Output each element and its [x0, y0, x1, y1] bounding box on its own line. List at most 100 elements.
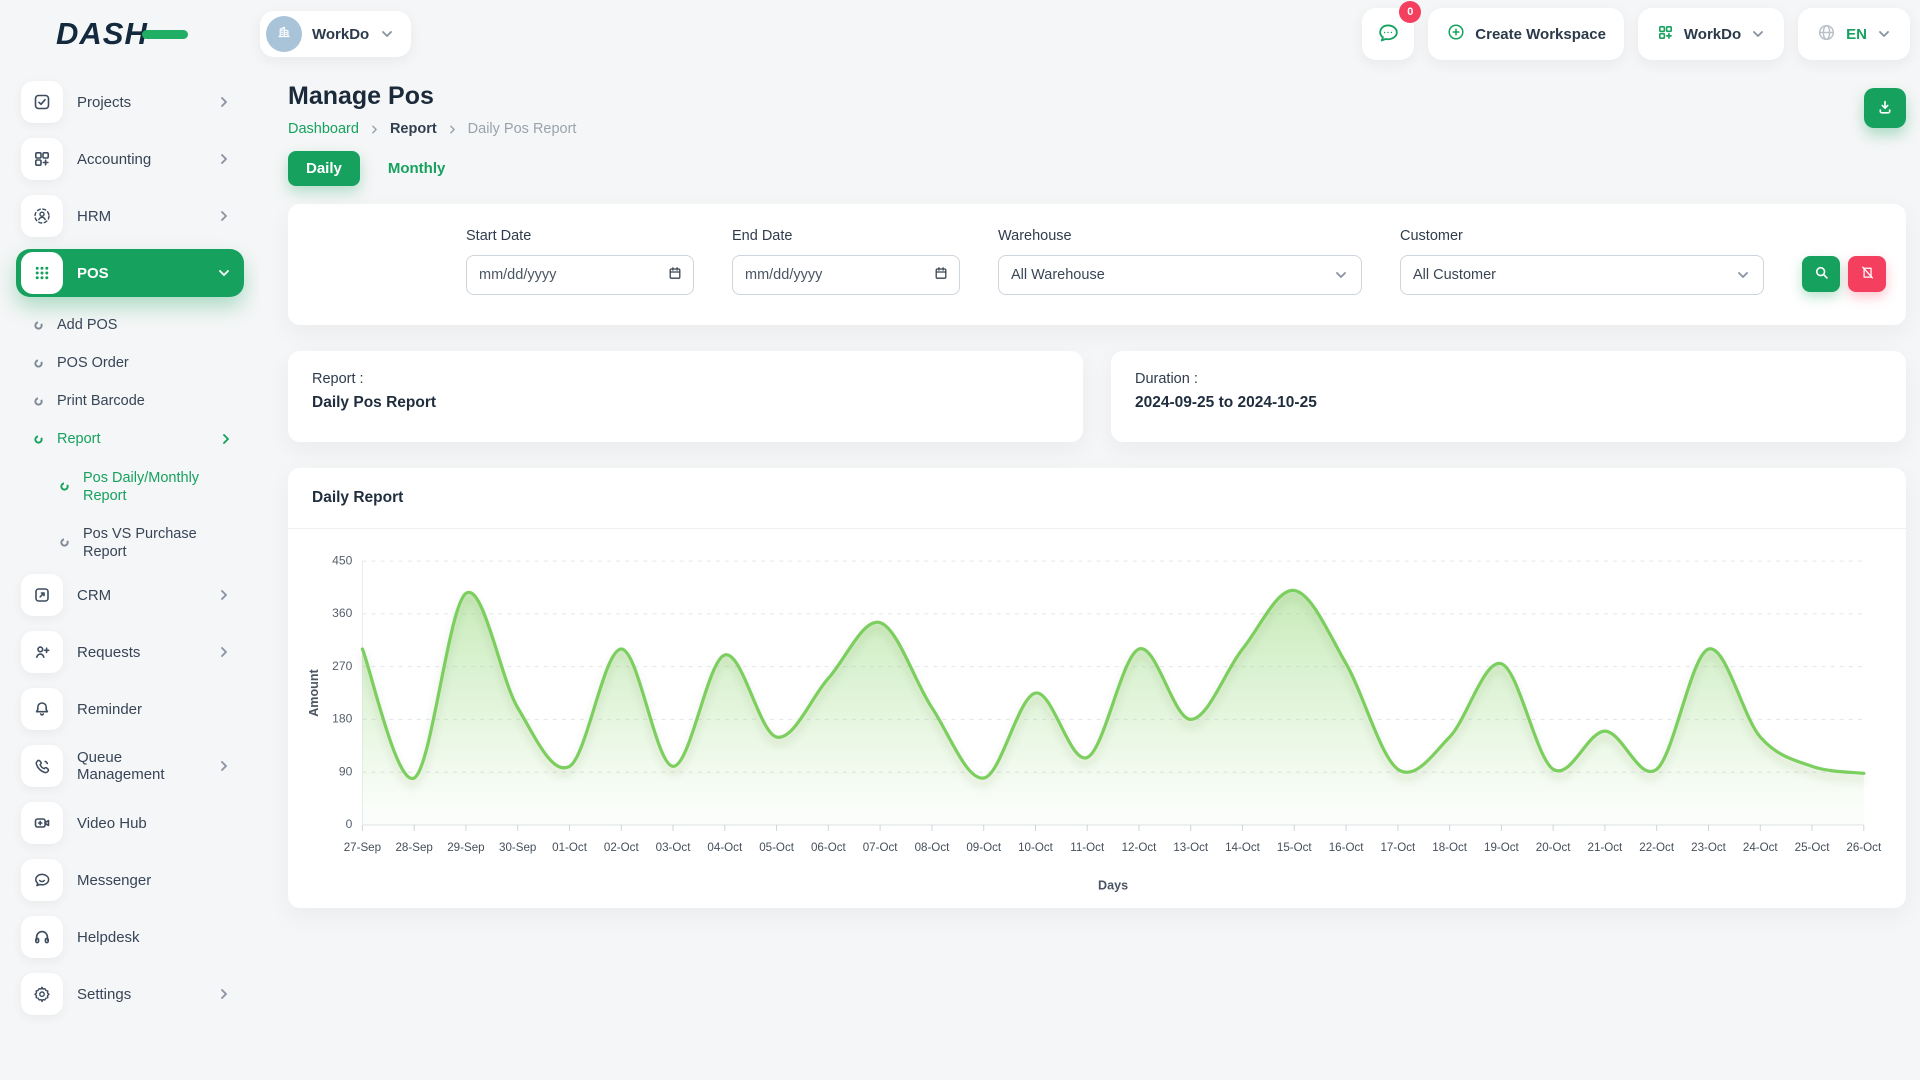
sidebar-item-hrm[interactable]: HRM	[16, 192, 244, 240]
bullet-icon	[32, 395, 45, 408]
breadcrumb-item-report[interactable]: Report	[390, 121, 437, 137]
svg-text:17-Oct: 17-Oct	[1381, 842, 1417, 854]
sidebar-item-queue-management[interactable]: Queue Management	[16, 742, 244, 790]
start-date-field: Start Date	[466, 228, 694, 295]
svg-text:08-Oct: 08-Oct	[915, 842, 951, 854]
bullet-icon	[58, 480, 71, 493]
sidebar-item-projects[interactable]: Projects	[16, 78, 244, 126]
messenger-icon	[21, 859, 63, 901]
create-workspace-label: Create Workspace	[1475, 26, 1606, 43]
chevron-down-icon	[1876, 26, 1892, 42]
workdo-menu-label: WorkDo	[1684, 26, 1741, 43]
customer-select[interactable]: All Customer	[1400, 255, 1764, 295]
sidebar-item-add-pos[interactable]: Add POS	[16, 306, 244, 344]
sidebar-item-label: Projects	[77, 94, 202, 111]
svg-text:25-Oct: 25-Oct	[1795, 842, 1831, 854]
svg-text:18-Oct: 18-Oct	[1432, 842, 1468, 854]
duration-value: 2024-09-25 to 2024-10-25	[1135, 394, 1882, 412]
svg-text:01-Oct: 01-Oct	[552, 842, 588, 854]
reset-icon	[1859, 264, 1876, 284]
breadcrumb-item-dashboard[interactable]: Dashboard	[288, 121, 359, 137]
tab-daily[interactable]: Daily	[288, 151, 360, 186]
sidebar-item-crm[interactable]: CRM	[16, 571, 244, 619]
sidebar-item-label: Accounting	[77, 151, 202, 168]
sidebar-item-report[interactable]: Report	[16, 420, 244, 458]
filter-buttons	[1802, 228, 1886, 295]
download-report-button[interactable]	[1864, 88, 1906, 128]
sidebar-item-video-hub[interactable]: Video Hub	[16, 799, 244, 847]
projects-icon	[21, 81, 63, 123]
create-workspace-button[interactable]: Create Workspace	[1428, 8, 1624, 60]
language-selector[interactable]: EN	[1798, 8, 1910, 60]
svg-text:14-Oct: 14-Oct	[1225, 842, 1261, 854]
grid-plus-icon	[1656, 23, 1675, 46]
chevron-right-icon	[216, 94, 232, 110]
page-title: Manage Pos	[288, 82, 576, 111]
svg-text:10-Oct: 10-Oct	[1018, 842, 1054, 854]
main-content: Manage Pos Dashboard Report Daily Pos Repo…	[260, 64, 1920, 1080]
svg-text:0: 0	[346, 817, 353, 831]
svg-text:29-Sep: 29-Sep	[447, 842, 484, 854]
svg-text:24-Oct: 24-Oct	[1743, 842, 1779, 854]
tab-monthly[interactable]: Monthly	[388, 160, 446, 177]
sidebar-item-label: Print Barcode	[57, 392, 234, 410]
chevron-down-icon	[1333, 267, 1349, 283]
chart-title: Daily Report	[288, 468, 1906, 529]
chevron-down-icon	[1735, 267, 1751, 283]
chevron-right-icon	[216, 644, 232, 660]
svg-text:27-Sep: 27-Sep	[344, 842, 381, 854]
sidebar-item-messenger[interactable]: Messenger	[16, 856, 244, 904]
workspace-switcher[interactable]: WorkDo	[260, 11, 411, 57]
svg-text:12-Oct: 12-Oct	[1122, 842, 1158, 854]
sidebar-item-pos-daily-monthly-report[interactable]: Pos Daily/Monthly Report	[16, 459, 244, 515]
building-icon	[275, 23, 293, 46]
chat-icon	[1375, 20, 1401, 49]
workdo-menu-button[interactable]: WorkDo	[1638, 8, 1784, 60]
start-date-label: Start Date	[466, 228, 694, 244]
sidebar-item-requests[interactable]: Requests	[16, 628, 244, 676]
sidebar-item-print-barcode[interactable]: Print Barcode	[16, 382, 244, 420]
end-date-input[interactable]	[732, 255, 960, 295]
warehouse-select[interactable]: All Warehouse	[998, 255, 1362, 295]
sidebar-item-settings[interactable]: Settings	[16, 970, 244, 1018]
start-date-input[interactable]	[466, 255, 694, 295]
chat-badge: 0	[1399, 1, 1421, 23]
chevron-down-icon	[216, 265, 232, 281]
workspace-name: WorkDo	[312, 26, 369, 43]
sidebar-item-label: Queue Management	[77, 749, 202, 783]
workspace-avatar	[266, 16, 302, 52]
svg-text:26-Oct: 26-Oct	[1846, 842, 1882, 854]
report-period-tabs: Daily Monthly	[288, 151, 1906, 186]
chevron-right-icon	[216, 758, 232, 774]
end-date-field: End Date	[732, 228, 960, 295]
sidebar-item-pos-order[interactable]: POS Order	[16, 344, 244, 382]
breadcrumb-item-daily-pos-report: Daily Pos Report	[468, 121, 577, 137]
search-icon	[1813, 264, 1830, 284]
hrm-icon	[21, 195, 63, 237]
sidebar-item-label: Video Hub	[77, 815, 232, 832]
chevron-right-icon	[368, 123, 381, 136]
sidebar-item-label: POS	[77, 265, 202, 282]
chevron-right-icon	[446, 123, 459, 136]
sidebar-item-pos-vs-purchase-report[interactable]: Pos VS Purchase Report	[16, 515, 244, 571]
sidebar-item-pos[interactable]: POS	[16, 249, 244, 297]
video-icon	[21, 802, 63, 844]
sidebar-item-reminder[interactable]: Reminder	[16, 685, 244, 733]
customer-label: Customer	[1400, 228, 1764, 244]
filter-card: Start Date End Date Warehouse All Wareho…	[288, 204, 1906, 325]
sidebar-item-label: HRM	[77, 208, 202, 225]
apply-filter-button[interactable]	[1802, 256, 1840, 292]
daily-report-chart-svg: 09018027036045027-Sep28-Sep29-Sep30-Sep0…	[304, 543, 1890, 897]
chevron-right-icon	[216, 986, 232, 1002]
reset-filter-button[interactable]	[1848, 256, 1886, 292]
bullet-icon	[32, 319, 45, 332]
language-label: EN	[1846, 26, 1867, 43]
report-summary-card: Report : Daily Pos Report	[288, 351, 1083, 442]
helpdesk-icon	[21, 916, 63, 958]
sidebar-item-label: Report	[57, 430, 206, 448]
chevron-right-icon	[216, 208, 232, 224]
messenger-button[interactable]: 0	[1362, 8, 1414, 60]
sidebar-item-accounting[interactable]: Accounting	[16, 135, 244, 183]
svg-text:450: 450	[332, 553, 352, 567]
sidebar-item-helpdesk[interactable]: Helpdesk	[16, 913, 244, 961]
